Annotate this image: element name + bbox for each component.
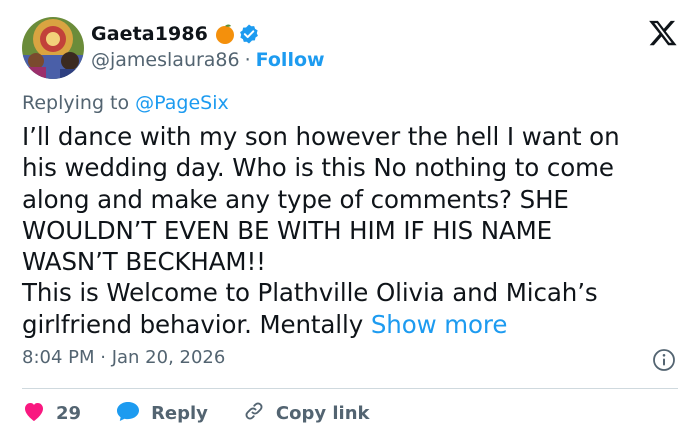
heart-icon <box>22 400 46 427</box>
link-icon <box>242 399 266 428</box>
x-logo-icon[interactable] <box>648 18 678 48</box>
reply-mention-link[interactable]: @PageSix <box>135 92 229 114</box>
tweet-text-fragment: girlfriend behavior. Mentally <box>22 309 364 339</box>
handle-separator: · <box>244 49 251 71</box>
follow-button[interactable]: Follow <box>256 49 325 71</box>
tweet-text-line: his wedding day. Who is this No nothing … <box>22 153 614 183</box>
reply-button[interactable]: Reply <box>115 400 208 427</box>
like-count: 29 <box>56 402 82 424</box>
author-display-name[interactable]: Gaeta1986 <box>91 23 208 45</box>
tweet-text-line-last: girlfriend behavior. Mentally Show more <box>22 309 682 340</box>
tweet-text-line: WASN’T BECKHAM!! <box>22 247 266 277</box>
avatar[interactable] <box>22 17 84 79</box>
author-handle-row: @jameslaura86 · Follow <box>91 47 325 73</box>
tweet-text-line: I’ll dance with my son however the hell … <box>22 122 620 151</box>
copy-link-label: Copy link <box>275 402 370 424</box>
replying-to: Replying to @PageSix <box>22 92 229 114</box>
replying-prefix: Replying to <box>22 92 130 114</box>
reply-label: Reply <box>151 402 208 424</box>
verified-badge-icon <box>238 23 260 45</box>
reply-bubble-icon <box>115 400 141 427</box>
divider <box>22 388 678 389</box>
copy-link-button[interactable]: Copy link <box>242 399 370 428</box>
show-more-link[interactable]: Show more <box>371 310 508 339</box>
like-button[interactable]: 29 <box>22 400 81 427</box>
info-icon[interactable] <box>652 348 676 372</box>
tweet-text: I’ll dance with my son however the hell … <box>22 121 682 340</box>
tweet-text-line: WOULDN’T EVEN BE WITH HIM IF HIS NAME <box>22 215 553 245</box>
author-handle[interactable]: @jameslaura86 <box>91 49 240 71</box>
author-name-row: Gaeta1986 <box>91 20 260 48</box>
orange-emoji-icon <box>214 23 236 45</box>
tweet-text-line: along and make any type of comments? SHE <box>22 184 569 214</box>
action-bar: 29 Reply Copy link <box>22 397 370 429</box>
tweet-text-line: This is Welcome to Plathville Olivia and… <box>22 278 598 308</box>
tweet-card: Gaeta1986 @jameslaura86 · Follow Replyin… <box>0 0 700 440</box>
tweet-timestamp[interactable]: 8:04 PM · Jan 20, 2026 <box>22 347 225 368</box>
